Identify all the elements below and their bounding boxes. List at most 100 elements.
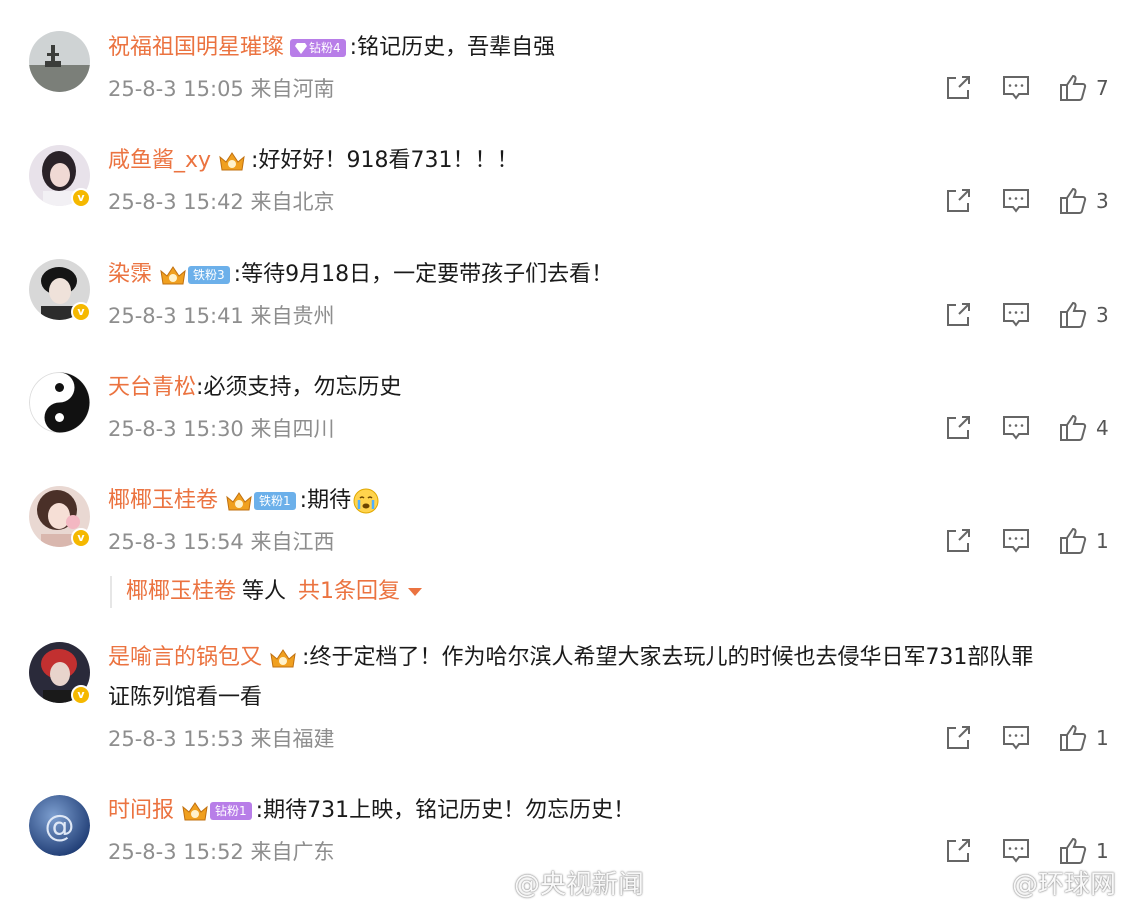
- weibo-logo-icon: [471, 868, 508, 897]
- comment-text: 期待731上映，铭记历史！勿忘历史！: [263, 798, 636, 823]
- comment-meta: 25-8-3 15:05 来自河南: [108, 75, 334, 103]
- username[interactable]: 椰椰玉桂卷: [108, 486, 218, 516]
- crown-icon: [226, 492, 252, 511]
- reply-summary-total[interactable]: 共1条回复: [298, 579, 400, 604]
- fan-badge-label: 铁粉3: [188, 266, 230, 284]
- fan-badge[interactable]: 钻粉1: [180, 800, 252, 822]
- fan-badge[interactable]: 钻粉4: [290, 37, 346, 59]
- like-count: 1: [1096, 726, 1109, 750]
- watermark: @央视新闻: [470, 864, 644, 900]
- username[interactable]: 是喻言的锅包又: [108, 643, 262, 673]
- reply-summary-mid: 等人: [242, 579, 287, 604]
- avatar[interactable]: [29, 372, 90, 433]
- comment-actions: 1: [940, 836, 1120, 866]
- like-icon[interactable]: [1058, 723, 1088, 753]
- comment-icon[interactable]: [1001, 526, 1031, 556]
- like-icon[interactable]: [1058, 300, 1088, 330]
- share-icon[interactable]: [943, 186, 973, 216]
- comment-time: 25-8-3 15:42: [108, 190, 244, 214]
- comment-time: 25-8-3 15:30: [108, 417, 244, 441]
- share-icon[interactable]: [943, 300, 973, 330]
- comment-text: 等待9月18日，一定要带孩子们去看！: [241, 262, 614, 287]
- share-icon[interactable]: [943, 413, 973, 443]
- comment-location: 来自北京: [250, 190, 335, 214]
- comment-text: 铭记历史，吾辈自强: [357, 35, 556, 60]
- comment-actions: 3: [940, 300, 1120, 330]
- reply-summary[interactable]: 椰椰玉桂卷 等人 共1条回复: [110, 576, 423, 608]
- avatar[interactable]: [29, 31, 90, 92]
- diamond-icon: [295, 42, 308, 54]
- like-icon[interactable]: [1058, 413, 1088, 443]
- comment-meta: 25-8-3 15:54 来自江西: [108, 528, 334, 556]
- comment-time: 25-8-3 15:53: [108, 727, 244, 751]
- comment-actions: 4: [940, 413, 1120, 443]
- crown-icon: [182, 802, 208, 821]
- crown-icon: [270, 649, 296, 668]
- comment-icon[interactable]: [1001, 186, 1031, 216]
- like-count: 7: [1096, 76, 1109, 100]
- comment-text: 终于定档了！作为哈尔滨人希望大家去玩儿的时候也去侵华日军731部队罪: [309, 645, 1034, 670]
- comment-location: 来自福建: [250, 727, 335, 751]
- comment-time: 25-8-3 15:41: [108, 304, 244, 328]
- comment-time: 25-8-3 15:54: [108, 530, 244, 554]
- verified-badge-icon: v: [71, 302, 91, 322]
- crying-face-icon: [353, 488, 379, 514]
- fan-badge-label: 钻粉4: [309, 41, 341, 55]
- comment-location: 来自贵州: [250, 304, 335, 328]
- comment-text: 好好好！918看731！！！: [258, 148, 519, 173]
- colon: :: [349, 35, 358, 60]
- caret-down-icon[interactable]: [408, 588, 423, 596]
- like-count: 3: [1096, 189, 1109, 213]
- like-icon[interactable]: [1058, 836, 1088, 866]
- comment-icon[interactable]: [1001, 413, 1031, 443]
- avatar[interactable]: @: [29, 795, 90, 856]
- comment-text-continued: 证陈列馆看一看: [108, 685, 263, 710]
- comment-meta: 25-8-3 15:52 来自广东: [108, 838, 334, 866]
- username[interactable]: 染霂: [108, 260, 152, 290]
- like-count: 1: [1096, 529, 1109, 553]
- comment-icon[interactable]: [1001, 723, 1031, 753]
- colon: :: [251, 148, 259, 173]
- svg-text:@: @: [45, 809, 75, 844]
- like-icon[interactable]: [1058, 526, 1088, 556]
- fan-badge[interactable]: [217, 150, 247, 172]
- like-count: 1: [1096, 839, 1109, 863]
- comment-actions: 1: [940, 723, 1120, 753]
- fan-badge[interactable]: 铁粉3: [158, 264, 230, 286]
- crown-icon: [219, 152, 245, 171]
- comment-icon[interactable]: [1001, 300, 1031, 330]
- share-icon[interactable]: [943, 73, 973, 103]
- comment-meta: 25-8-3 15:30 来自四川: [108, 415, 334, 443]
- verified-badge-icon: v: [71, 188, 91, 208]
- watermark-text: @环球网: [1012, 869, 1117, 900]
- share-icon[interactable]: [943, 836, 973, 866]
- comment-icon[interactable]: [1001, 73, 1031, 103]
- username[interactable]: 咸鱼酱_xy: [108, 146, 211, 176]
- username[interactable]: 时间报: [108, 796, 174, 826]
- username[interactable]: 祝福祖国明星璀璨: [108, 33, 284, 63]
- like-count: 4: [1096, 416, 1109, 440]
- fan-badge[interactable]: 铁粉1: [224, 490, 296, 512]
- comment-location: 来自广东: [250, 840, 335, 864]
- comment-text: 必须支持，勿忘历史: [203, 375, 402, 400]
- colon: :: [255, 798, 264, 823]
- comment-actions: 3: [940, 186, 1120, 216]
- comment-meta: 25-8-3 15:41 来自贵州: [108, 302, 334, 330]
- share-icon[interactable]: [943, 723, 973, 753]
- verified-badge-icon: v: [71, 685, 91, 705]
- colon: :: [196, 375, 204, 400]
- comment-actions: 1: [940, 526, 1120, 556]
- comment-actions: 7: [940, 73, 1120, 103]
- watermark: @环球网: [968, 864, 1116, 900]
- share-icon[interactable]: [943, 526, 973, 556]
- colon: :: [299, 488, 308, 513]
- comment-icon[interactable]: [1001, 836, 1031, 866]
- comment-time: 25-8-3 15:05: [108, 77, 244, 101]
- like-icon[interactable]: [1058, 186, 1088, 216]
- comment-location: 来自河南: [250, 77, 335, 101]
- like-icon[interactable]: [1058, 73, 1088, 103]
- username[interactable]: 天台青松: [108, 373, 196, 403]
- reply-summary-name[interactable]: 椰椰玉桂卷: [126, 579, 236, 604]
- weibo-logo-icon: [969, 868, 1006, 897]
- fan-badge[interactable]: [268, 647, 298, 669]
